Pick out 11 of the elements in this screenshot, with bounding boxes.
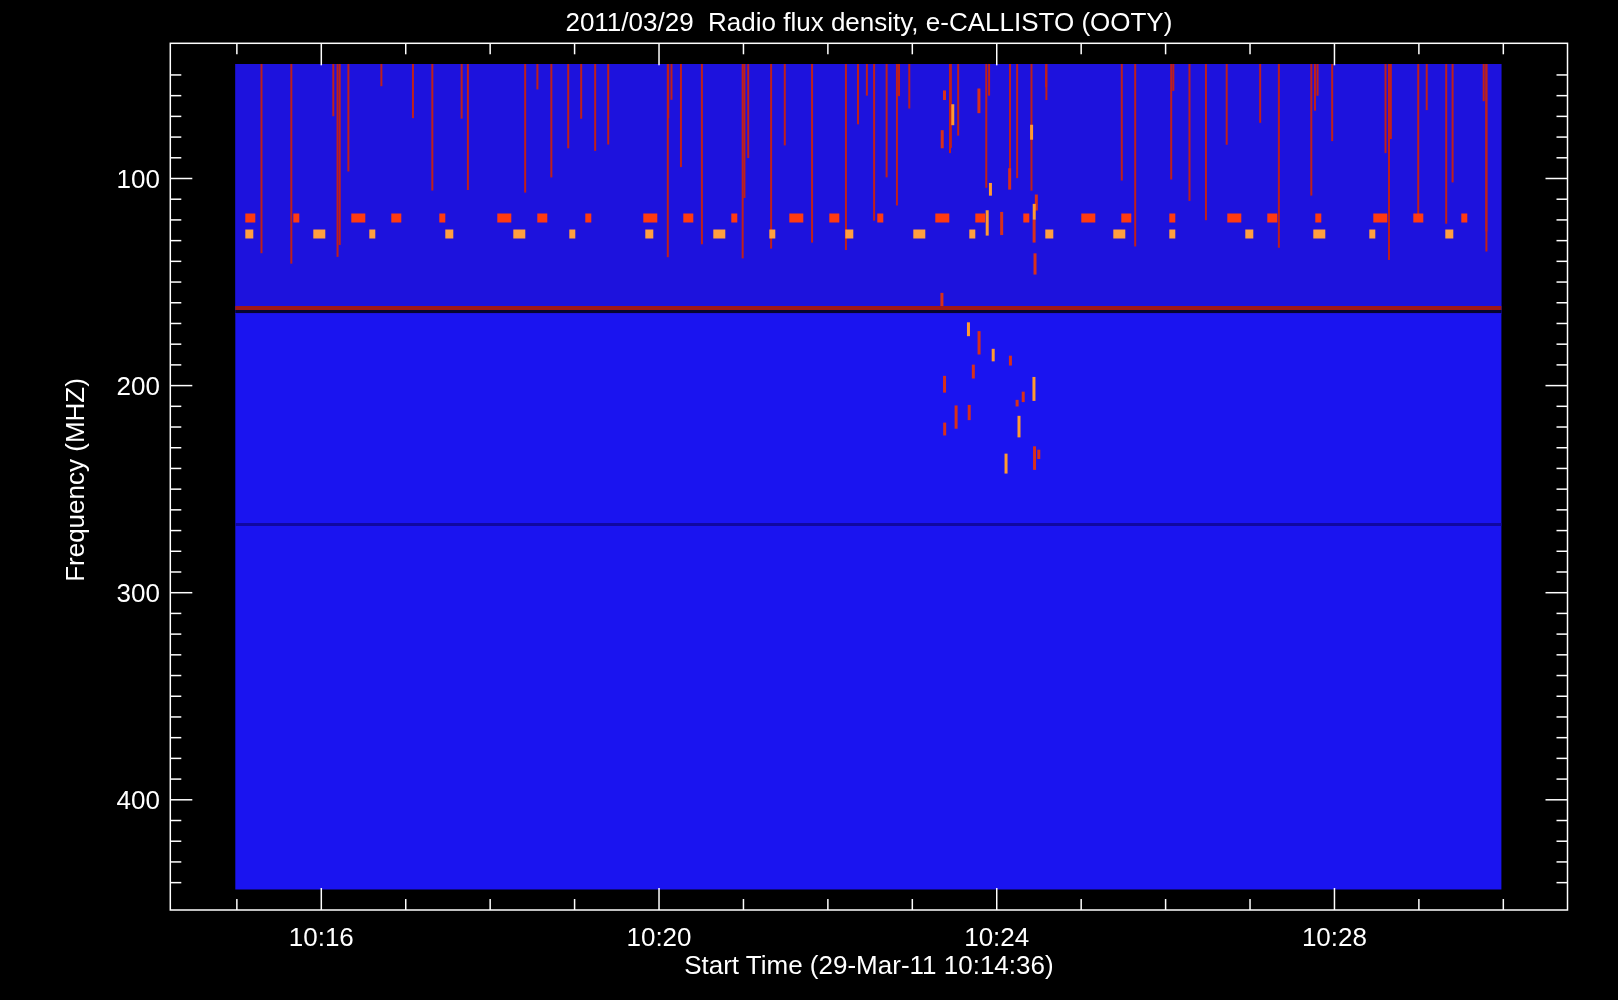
x-tick-label: 10:24 [964,922,1030,952]
x-tick-label: 10:20 [626,922,692,952]
x-tick-label: 10:28 [1301,922,1367,952]
y-tick-label: 300 [116,577,160,608]
x-tick-label: 10:16 [288,922,354,952]
chart-title: 2011/03/29 Radio flux density, e-CALLISTO (OOTY) [565,7,1173,37]
y-tick-label: 100 [116,163,160,194]
x-axis-label: Start Time (29-Mar-11 10:14:36) [684,950,1054,980]
y-axis-label: Frequency (MHZ) [60,378,90,582]
y-tick-label: 400 [116,784,160,815]
y-tick-label: 200 [116,370,160,401]
